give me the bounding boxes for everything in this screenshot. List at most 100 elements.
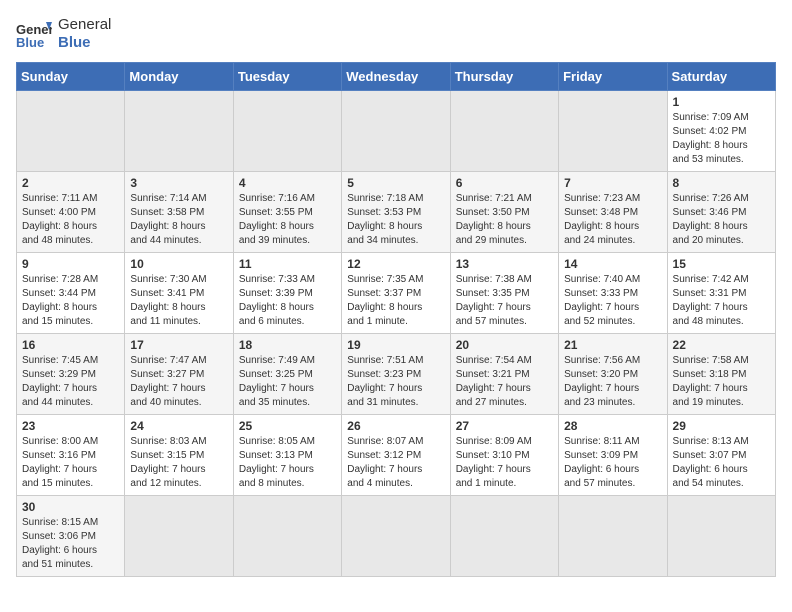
weekday-header-monday: Monday	[125, 63, 233, 91]
day-number: 25	[239, 419, 336, 433]
day-info: Sunrise: 7:26 AM Sunset: 3:46 PM Dayligh…	[673, 192, 770, 248]
day-info: Sunrise: 7:45 AM Sunset: 3:29 PM Dayligh…	[22, 354, 119, 410]
logo: General Blue General Blue	[16, 16, 111, 52]
calendar-cell: 17 Sunrise: 7:47 AM Sunset: 3:27 PM Dayli…	[125, 334, 233, 415]
day-number: 16	[22, 338, 119, 352]
calendar-cell: 8 Sunrise: 7:26 AM Sunset: 3:46 PM Daylig…	[667, 172, 775, 253]
day-info: Sunrise: 7:42 AM Sunset: 3:31 PM Dayligh…	[673, 273, 770, 329]
day-info: Sunrise: 7:21 AM Sunset: 3:50 PM Dayligh…	[456, 192, 553, 248]
day-number: 18	[239, 338, 336, 352]
calendar-cell: 15 Sunrise: 7:42 AM Sunset: 3:31 PM Dayli…	[667, 253, 775, 334]
day-info: Sunrise: 7:33 AM Sunset: 3:39 PM Dayligh…	[239, 273, 336, 329]
calendar-week-row: 30 Sunrise: 8:15 AM Sunset: 3:06 PM Dayli…	[17, 496, 776, 577]
day-info: Sunrise: 7:49 AM Sunset: 3:25 PM Dayligh…	[239, 354, 336, 410]
calendar-cell	[233, 496, 341, 577]
day-info: Sunrise: 7:35 AM Sunset: 3:37 PM Dayligh…	[347, 273, 444, 329]
calendar-cell: 13 Sunrise: 7:38 AM Sunset: 3:35 PM Dayli…	[450, 253, 558, 334]
calendar-table: SundayMondayTuesdayWednesdayThursdayFrid…	[16, 62, 776, 577]
day-number: 17	[130, 338, 227, 352]
day-number: 30	[22, 500, 119, 514]
day-info: Sunrise: 7:23 AM Sunset: 3:48 PM Dayligh…	[564, 192, 661, 248]
day-number: 20	[456, 338, 553, 352]
calendar-cell: 9 Sunrise: 7:28 AM Sunset: 3:44 PM Daylig…	[17, 253, 125, 334]
day-number: 24	[130, 419, 227, 433]
calendar-cell	[667, 496, 775, 577]
day-info: Sunrise: 7:14 AM Sunset: 3:58 PM Dayligh…	[130, 192, 227, 248]
calendar-cell	[342, 91, 450, 172]
day-number: 27	[456, 419, 553, 433]
day-info: Sunrise: 7:30 AM Sunset: 3:41 PM Dayligh…	[130, 273, 227, 329]
calendar-cell: 1Sunrise: 7:09 AM Sunset: 4:02 PM Daylig…	[667, 91, 775, 172]
weekday-header-sunday: Sunday	[17, 63, 125, 91]
calendar-week-row: 9 Sunrise: 7:28 AM Sunset: 3:44 PM Daylig…	[17, 253, 776, 334]
day-number: 15	[673, 257, 770, 271]
day-number: 3	[130, 176, 227, 190]
day-info: Sunrise: 8:15 AM Sunset: 3:06 PM Dayligh…	[22, 516, 119, 572]
calendar-cell: 14 Sunrise: 7:40 AM Sunset: 3:33 PM Dayli…	[559, 253, 667, 334]
calendar-week-row: 2Sunrise: 7:11 AM Sunset: 4:00 PM Daylig…	[17, 172, 776, 253]
calendar-cell: 27 Sunrise: 8:09 AM Sunset: 3:10 PM Dayli…	[450, 415, 558, 496]
day-number: 10	[130, 257, 227, 271]
weekday-header-thursday: Thursday	[450, 63, 558, 91]
day-number: 13	[456, 257, 553, 271]
calendar-body: 1Sunrise: 7:09 AM Sunset: 4:02 PM Daylig…	[17, 91, 776, 577]
calendar-week-row: 16 Sunrise: 7:45 AM Sunset: 3:29 PM Dayli…	[17, 334, 776, 415]
day-info: Sunrise: 8:07 AM Sunset: 3:12 PM Dayligh…	[347, 435, 444, 491]
calendar-cell: 23Sunrise: 8:00 AM Sunset: 3:16 PM Dayli…	[17, 415, 125, 496]
day-info: Sunrise: 7:51 AM Sunset: 3:23 PM Dayligh…	[347, 354, 444, 410]
day-info: Sunrise: 7:56 AM Sunset: 3:20 PM Dayligh…	[564, 354, 661, 410]
day-number: 9	[22, 257, 119, 271]
day-number: 7	[564, 176, 661, 190]
day-info: Sunrise: 7:09 AM Sunset: 4:02 PM Dayligh…	[673, 111, 770, 167]
svg-text:Blue: Blue	[16, 35, 44, 48]
calendar-week-row: 1Sunrise: 7:09 AM Sunset: 4:02 PM Daylig…	[17, 91, 776, 172]
day-number: 26	[347, 419, 444, 433]
calendar-cell: 7 Sunrise: 7:23 AM Sunset: 3:48 PM Daylig…	[559, 172, 667, 253]
calendar-cell	[450, 91, 558, 172]
day-number: 14	[564, 257, 661, 271]
calendar-cell: 30 Sunrise: 8:15 AM Sunset: 3:06 PM Dayli…	[17, 496, 125, 577]
calendar-cell: 18 Sunrise: 7:49 AM Sunset: 3:25 PM Dayli…	[233, 334, 341, 415]
day-number: 22	[673, 338, 770, 352]
day-info: Sunrise: 8:09 AM Sunset: 3:10 PM Dayligh…	[456, 435, 553, 491]
calendar-cell: 24 Sunrise: 8:03 AM Sunset: 3:15 PM Dayli…	[125, 415, 233, 496]
calendar-week-row: 23Sunrise: 8:00 AM Sunset: 3:16 PM Dayli…	[17, 415, 776, 496]
calendar-cell: 5Sunrise: 7:18 AM Sunset: 3:53 PM Daylig…	[342, 172, 450, 253]
calendar-cell: 21 Sunrise: 7:56 AM Sunset: 3:20 PM Dayli…	[559, 334, 667, 415]
day-info: Sunrise: 8:03 AM Sunset: 3:15 PM Dayligh…	[130, 435, 227, 491]
calendar-cell: 26 Sunrise: 8:07 AM Sunset: 3:12 PM Dayli…	[342, 415, 450, 496]
day-number: 12	[347, 257, 444, 271]
calendar-cell	[450, 496, 558, 577]
day-info: Sunrise: 8:05 AM Sunset: 3:13 PM Dayligh…	[239, 435, 336, 491]
day-number: 23	[22, 419, 119, 433]
calendar-header: SundayMondayTuesdayWednesdayThursdayFrid…	[17, 63, 776, 91]
day-info: Sunrise: 8:13 AM Sunset: 3:07 PM Dayligh…	[673, 435, 770, 491]
day-number: 11	[239, 257, 336, 271]
day-info: Sunrise: 7:11 AM Sunset: 4:00 PM Dayligh…	[22, 192, 119, 248]
day-info: Sunrise: 7:40 AM Sunset: 3:33 PM Dayligh…	[564, 273, 661, 329]
day-number: 21	[564, 338, 661, 352]
day-info: Sunrise: 7:18 AM Sunset: 3:53 PM Dayligh…	[347, 192, 444, 248]
logo-icon: General Blue	[16, 20, 52, 48]
day-number: 6	[456, 176, 553, 190]
calendar-cell: 20 Sunrise: 7:54 AM Sunset: 3:21 PM Dayli…	[450, 334, 558, 415]
logo-blue: Blue	[58, 34, 91, 51]
calendar-cell	[125, 91, 233, 172]
day-number: 8	[673, 176, 770, 190]
calendar-cell: 4Sunrise: 7:16 AM Sunset: 3:55 PM Daylig…	[233, 172, 341, 253]
calendar-cell	[17, 91, 125, 172]
calendar-cell: 3 Sunrise: 7:14 AM Sunset: 3:58 PM Daylig…	[125, 172, 233, 253]
weekday-header-wednesday: Wednesday	[342, 63, 450, 91]
day-info: Sunrise: 7:28 AM Sunset: 3:44 PM Dayligh…	[22, 273, 119, 329]
day-number: 29	[673, 419, 770, 433]
weekday-header-tuesday: Tuesday	[233, 63, 341, 91]
calendar-cell: 25 Sunrise: 8:05 AM Sunset: 3:13 PM Dayli…	[233, 415, 341, 496]
day-info: Sunrise: 8:11 AM Sunset: 3:09 PM Dayligh…	[564, 435, 661, 491]
calendar-cell	[342, 496, 450, 577]
day-info: Sunrise: 7:38 AM Sunset: 3:35 PM Dayligh…	[456, 273, 553, 329]
calendar-cell: 19Sunrise: 7:51 AM Sunset: 3:23 PM Dayli…	[342, 334, 450, 415]
day-info: Sunrise: 7:54 AM Sunset: 3:21 PM Dayligh…	[456, 354, 553, 410]
calendar-cell: 2Sunrise: 7:11 AM Sunset: 4:00 PM Daylig…	[17, 172, 125, 253]
day-info: Sunrise: 7:47 AM Sunset: 3:27 PM Dayligh…	[130, 354, 227, 410]
day-info: Sunrise: 7:58 AM Sunset: 3:18 PM Dayligh…	[673, 354, 770, 410]
